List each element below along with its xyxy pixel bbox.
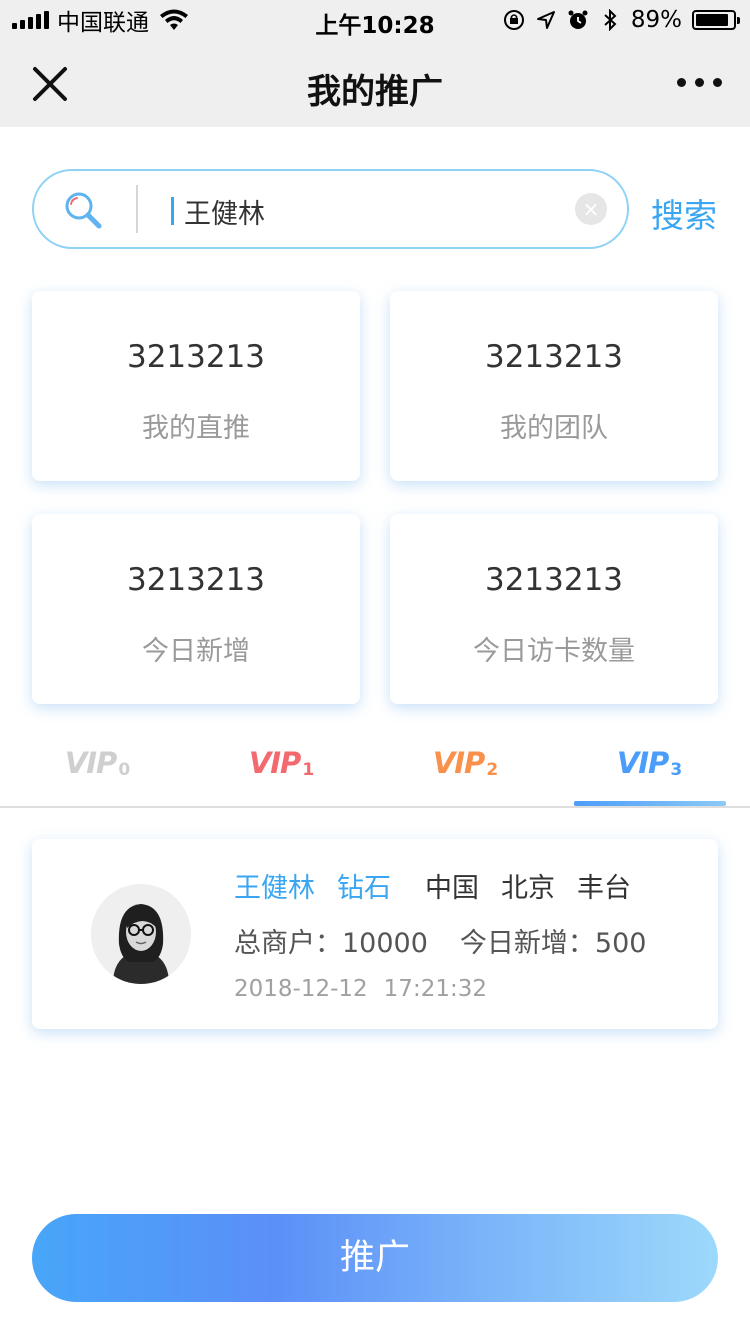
status-right: 89% (503, 6, 740, 34)
text-caret (171, 197, 174, 225)
search-value[interactable]: 王健林 (184, 192, 265, 231)
search-icon (65, 192, 102, 229)
vip-tabs: VIP 0 VIP 1 VIP 2 VIP 3 (0, 740, 750, 808)
avatar (91, 884, 191, 984)
battery-icon (692, 10, 740, 30)
search-divider (136, 185, 138, 233)
member-card[interactable]: 王健林 钻石 中国 北京 丰台 总商户：10000 今日新增：500 2018-… (32, 839, 718, 1029)
tab-vip1[interactable]: VIP 1 (206, 740, 356, 806)
stat-card-today-new[interactable]: 3213213 今日新增 (32, 514, 360, 704)
tab-vip-label: VIP 0 (64, 746, 130, 780)
page-title: 我的推广 (307, 72, 443, 112)
stat-label: 今日访卡数量 (473, 636, 635, 667)
stat-card-team[interactable]: 3213213 我的团队 (390, 291, 718, 481)
member-district: 丰台 (577, 873, 631, 904)
member-today-new: 今日新增：500 (459, 928, 647, 959)
battery-fill (696, 14, 729, 26)
member-info-row: 王健林 钻石 中国 北京 丰台 (234, 866, 631, 905)
member-name: 王健林 (234, 873, 315, 904)
nav-bar: 我的推广 (0, 40, 750, 127)
member-country: 中国 (425, 873, 479, 904)
status-bar: 中国联通 上午10:28 89% (0, 0, 750, 40)
member-level: 钻石 (337, 873, 391, 904)
stat-value: 3213213 (126, 339, 266, 375)
stat-value: 3213213 (484, 339, 624, 375)
stat-card-direct[interactable]: 3213213 我的直推 (32, 291, 360, 481)
search-button[interactable]: 搜索 (651, 189, 717, 237)
battery-percent: 89% (630, 7, 682, 33)
tab-vip-label: VIP 1 (248, 746, 314, 780)
member-time: 17:21:32 (383, 976, 487, 1002)
stat-card-card-visits[interactable]: 3213213 今日访卡数量 (390, 514, 718, 704)
bluetooth-icon (604, 9, 617, 31)
member-date: 2018-12-12 (234, 976, 368, 1002)
tab-vip-label: VIP 2 (432, 746, 498, 780)
rotation-lock-icon (503, 10, 524, 30)
stat-label: 今日新增 (142, 636, 250, 667)
location-icon (536, 11, 555, 29)
tab-vip-label: VIP 3 (616, 746, 682, 780)
member-timestamp: 2018-12-12 17:21:32 (234, 976, 487, 1002)
tab-vip2[interactable]: VIP 2 (390, 740, 540, 806)
tab-vip0[interactable]: VIP 0 (22, 740, 172, 806)
member-merchants: 总商户：10000 (234, 928, 428, 959)
clear-icon[interactable]: × (575, 193, 607, 225)
more-icon[interactable] (677, 78, 722, 87)
stat-label: 我的直推 (142, 413, 250, 444)
avatar-photo (91, 884, 191, 984)
active-tab-indicator (574, 801, 726, 806)
member-city: 北京 (501, 873, 555, 904)
tab-vip3[interactable]: VIP 3 (574, 740, 724, 806)
stat-value: 3213213 (484, 562, 624, 598)
member-stats-row: 总商户：10000 今日新增：500 (234, 921, 646, 960)
stat-value: 3213213 (126, 562, 266, 598)
stat-label: 我的团队 (500, 413, 608, 444)
search-input[interactable]: 王健林 × (32, 169, 629, 249)
promote-button[interactable]: 推广 (32, 1214, 718, 1302)
alarm-icon (568, 10, 588, 29)
